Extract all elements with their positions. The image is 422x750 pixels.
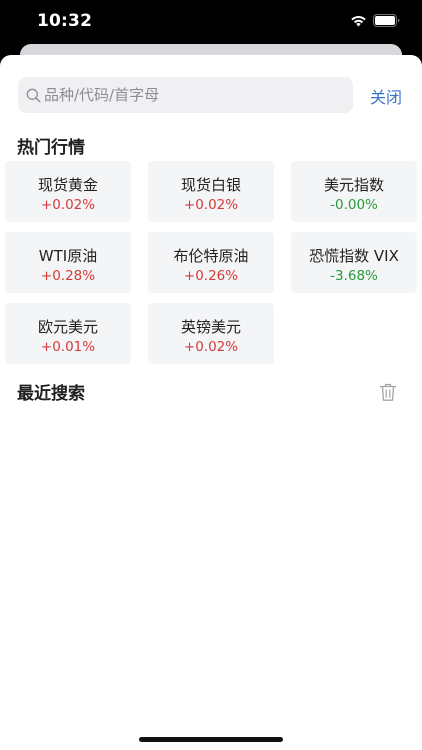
quote-card-gbpusd[interactable]: 英镑美元 +0.02% [148, 303, 274, 364]
trash-icon[interactable] [379, 382, 397, 402]
hot-section-title: 热门行情 [17, 138, 85, 158]
quote-change: +0.26% [183, 268, 239, 284]
quote-name: WTI原油 [38, 247, 98, 265]
quote-name: 布伦特原油 [173, 247, 249, 265]
quote-card-spot-gold[interactable]: 现货黄金 +0.02% [5, 161, 131, 222]
quote-name: 英镑美元 [180, 318, 241, 336]
status-icons [350, 14, 400, 27]
quote-card-spot-silver[interactable]: 现货白银 +0.02% [148, 161, 274, 222]
quote-change: +0.28% [40, 268, 96, 284]
quote-card-vix[interactable]: 恐慌指数 VIX -3.68% [291, 232, 417, 293]
quote-card-eurusd[interactable]: 欧元美元 +0.01% [5, 303, 131, 364]
quote-change: +0.02% [183, 339, 239, 355]
quote-change: +0.01% [40, 339, 96, 355]
battery-icon [373, 14, 400, 27]
search-sheet: 关闭 热门行情 现货黄金 +0.02% 现货白银 +0.02% 美元指数 -0.… [0, 55, 422, 750]
quote-name: 现货白银 [180, 176, 241, 194]
quote-card-brent-crude[interactable]: 布伦特原油 +0.26% [148, 232, 274, 293]
status-bar: 10:32 [0, 0, 422, 44]
quote-name: 美元指数 [323, 176, 384, 194]
quote-card-wti-crude[interactable]: WTI原油 +0.28% [5, 232, 131, 293]
wifi-icon [351, 15, 366, 27]
quote-name: 现货黄金 [37, 176, 98, 194]
quote-change: -3.68% [330, 268, 378, 284]
close-button[interactable]: 关闭 [370, 84, 402, 108]
search-box[interactable] [18, 77, 353, 113]
search-input[interactable] [44, 86, 334, 104]
search-icon [26, 88, 41, 103]
quote-change: +0.02% [183, 197, 239, 213]
status-time: 10:32 [37, 11, 93, 31]
home-indicator [139, 737, 283, 742]
recent-search-title: 最近搜索 [17, 384, 85, 404]
quote-card-dollar-index[interactable]: 美元指数 -0.00% [291, 161, 417, 222]
quote-name: 欧元美元 [37, 318, 98, 336]
quote-name: 恐慌指数 VIX [309, 247, 399, 265]
quote-change: +0.02% [40, 197, 96, 213]
quote-change: -0.00% [330, 197, 378, 213]
